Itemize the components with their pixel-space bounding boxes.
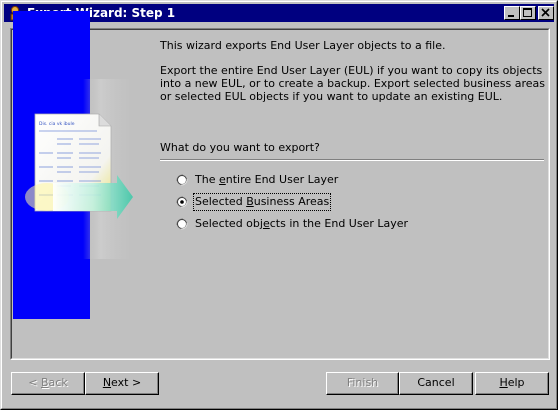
radio-checked-icon[interactable] <box>176 196 188 208</box>
radio-unchecked-icon[interactable] <box>176 218 188 230</box>
cancel-button[interactable]: Cancel <box>399 372 473 395</box>
document-label: Dis. cia vk ibule <box>39 121 75 127</box>
export-question: What do you want to export? <box>160 141 320 154</box>
maximize-icon <box>523 8 532 17</box>
close-button[interactable] <box>538 6 554 20</box>
wizard-illustration: Dis. cia vk ibule <box>13 11 133 319</box>
intro-text: This wizard exports End User Layer objec… <box>160 39 550 115</box>
minimize-button[interactable] <box>504 6 520 20</box>
option-entire-eul-label: The entire End User Layer <box>195 173 339 186</box>
radio-unchecked-icon[interactable] <box>176 174 188 186</box>
finish-button[interactable]: Finish <box>326 372 399 395</box>
maximize-button[interactable] <box>520 6 536 20</box>
export-wizard-window: Export Wizard: Step 1 Dis. cia vk ibule … <box>0 0 558 410</box>
next-button[interactable]: Next > <box>85 372 159 395</box>
back-button[interactable]: < Back <box>11 372 85 395</box>
help-button[interactable]: Help <box>475 372 549 395</box>
intro-line-2: Export the entire End User Layer (EUL) i… <box>160 64 545 103</box>
separator <box>160 159 544 161</box>
minimize-icon <box>508 15 514 17</box>
close-icon <box>541 8 550 17</box>
intro-line-1: This wizard exports End User Layer objec… <box>160 39 446 52</box>
option-selected-business-areas-label: Selected Business Areas <box>193 193 332 211</box>
option-selected-objects-label: Selected objects in the End User Layer <box>195 217 409 230</box>
